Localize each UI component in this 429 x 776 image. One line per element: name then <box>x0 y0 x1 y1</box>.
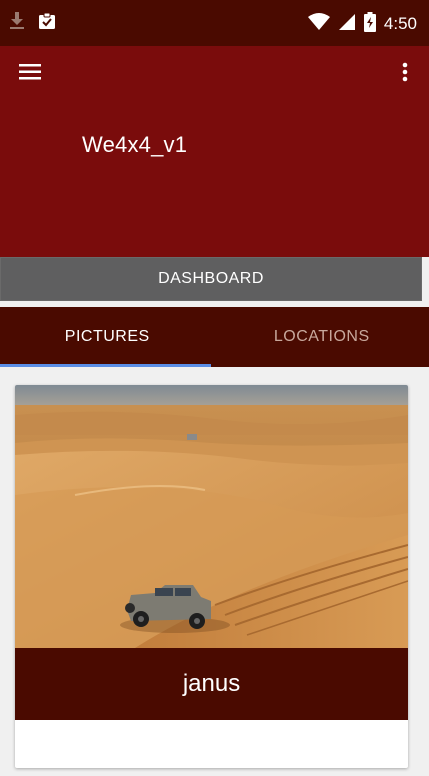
app-bar: We4x4_v1 <box>0 46 429 257</box>
pictures-list[interactable]: janus <box>0 367 429 776</box>
picture-caption: janus <box>15 648 408 720</box>
more-vert-icon[interactable] <box>393 56 417 88</box>
app-title: We4x4_v1 <box>82 132 188 157</box>
wifi-icon <box>307 13 330 35</box>
tab-bar: PICTURES LOCATIONS <box>0 307 429 367</box>
desert-dunes-suv-photo <box>15 385 408 648</box>
signal-icon <box>338 13 356 35</box>
download-icon <box>10 12 24 34</box>
tab-label: PICTURES <box>64 328 150 345</box>
picture-card[interactable]: janus <box>15 385 408 768</box>
dashboard-button[interactable]: DASHBOARD <box>0 257 422 301</box>
tab-pictures[interactable]: PICTURES <box>0 307 215 367</box>
status-bar: 4:50 <box>0 0 429 46</box>
hamburger-menu-icon[interactable] <box>10 56 50 88</box>
status-notifications <box>10 12 56 34</box>
status-time: 4:50 <box>383 14 417 33</box>
battery-charging-icon <box>363 12 376 36</box>
tab-locations[interactable]: LOCATIONS <box>215 307 429 367</box>
status-system: 4:50 <box>307 12 417 36</box>
tab-label: LOCATIONS <box>273 328 370 345</box>
clipboard-check-icon <box>38 12 56 34</box>
